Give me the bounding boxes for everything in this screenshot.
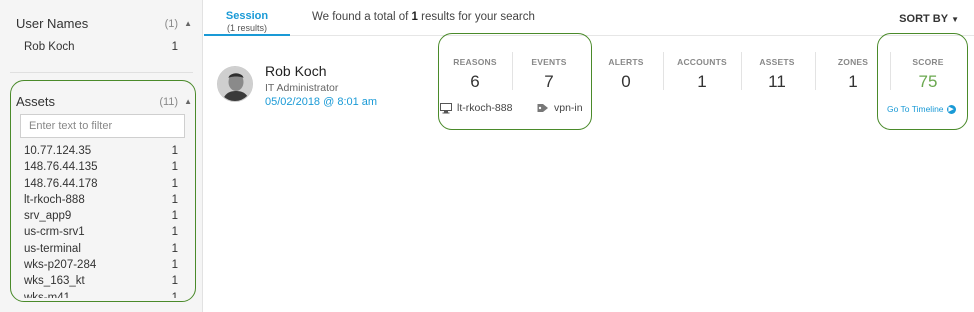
stat-accounts-value: 1 — [697, 72, 707, 91]
stat-assets-value: 11 — [768, 72, 786, 91]
score-highlight-outline — [877, 33, 968, 130]
stat-assets-label: ASSETS — [759, 57, 795, 67]
user-names-facet-count: (1) — [164, 17, 179, 30]
user-names-facet-header[interactable]: User Names (1) ▲ — [16, 16, 192, 31]
result-summary: We found a total of 1 results for your s… — [312, 11, 535, 23]
stat-zones[interactable]: ZONES 1 — [824, 57, 882, 92]
tab-session[interactable]: Session (1 results) — [204, 0, 290, 36]
tab-session-count: (1 results) — [226, 23, 267, 33]
session-date-link[interactable]: 05/02/2018 @ 8:01 am — [265, 96, 377, 108]
user-names-item[interactable]: Rob Koch 1 — [24, 41, 178, 53]
collapse-caret-icon[interactable]: ▲ — [184, 19, 192, 28]
stat-accounts[interactable]: ACCOUNTS 1 — [671, 57, 733, 92]
reasons-events-highlight-outline — [438, 33, 592, 130]
stat-alerts-label: ALERTS — [608, 57, 644, 67]
result-summary-suffix: results for your search — [417, 11, 535, 23]
stat-zones-label: ZONES — [837, 57, 869, 67]
user-names-item-count: 1 — [171, 41, 178, 53]
user-names-facet-title: User Names — [16, 16, 89, 31]
avatar[interactable] — [217, 66, 253, 102]
sort-by-label: SORT BY — [899, 13, 949, 25]
filter-sidebar: User Names (1) ▲ Rob Koch 1 Assets (11) … — [0, 0, 203, 312]
tab-session-label: Session — [225, 10, 269, 22]
user-names-item-label: Rob Koch — [24, 41, 75, 53]
stat-divider — [663, 52, 664, 90]
stat-alerts-value: 0 — [621, 72, 631, 91]
stat-zones-value: 1 — [848, 72, 858, 91]
session-user-role: IT Administrator — [265, 82, 339, 94]
session-user-name[interactable]: Rob Koch — [265, 63, 326, 79]
results-header: Session (1 results) We found a total of … — [204, 0, 974, 36]
stat-accounts-label: ACCOUNTS — [677, 57, 727, 67]
stat-alerts[interactable]: ALERTS 0 — [597, 57, 655, 92]
stat-divider — [741, 52, 742, 90]
stat-divider — [815, 52, 816, 90]
sort-by-dropdown[interactable]: SORT BY ▼ — [899, 13, 959, 25]
facet-divider — [10, 72, 193, 73]
stat-assets[interactable]: ASSETS 11 — [748, 57, 806, 92]
result-summary-prefix: We found a total of — [312, 11, 412, 23]
chevron-down-icon: ▼ — [951, 14, 959, 24]
assets-highlight-outline — [10, 80, 196, 302]
